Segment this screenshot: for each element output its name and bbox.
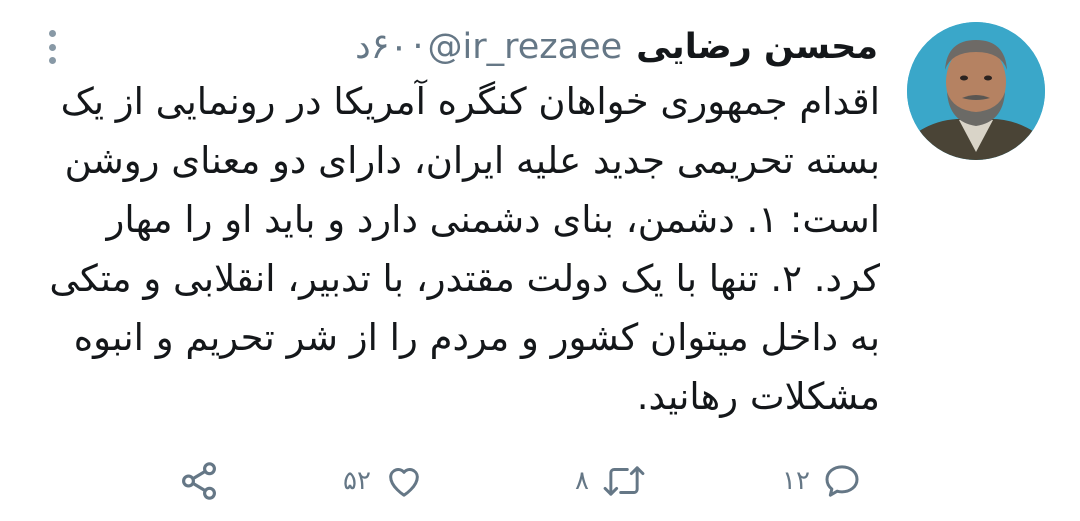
more-dot [48,30,56,37]
like-count: ۵۲ [343,466,371,496]
retweet-count: ۸ [575,466,589,496]
avatar-image [907,22,1045,160]
reply-count: ۱۲ [782,466,810,496]
tweet-actions: ۱۲ ۸ ۵۲ [0,455,1080,507]
avatar[interactable] [907,22,1045,160]
tweet-time[interactable]: ۶۰د [355,27,408,67]
retweet-button[interactable]: ۸ [575,455,647,507]
tweet-text: اقدام جمهوری خواهان کنگره آمریکا در رونم… [49,80,880,418]
tweet-header: محسن رضایی @ir_rezaee · ۶۰د [355,18,878,76]
heart-icon [389,468,419,497]
reply-button[interactable]: ۱۲ [782,455,862,507]
like-button[interactable]: ۵۲ [343,455,425,507]
author-name[interactable]: محسن رضایی [636,27,878,67]
more-dot [48,43,56,51]
more-options-button[interactable] [42,30,62,64]
header-separator: · [412,27,424,67]
retweet-icon [603,466,645,496]
author-handle[interactable]: @ir_rezaee [427,27,622,67]
share-icon [182,462,216,500]
more-dot [48,57,56,64]
share-button[interactable] [178,455,220,507]
reply-icon [825,465,859,497]
